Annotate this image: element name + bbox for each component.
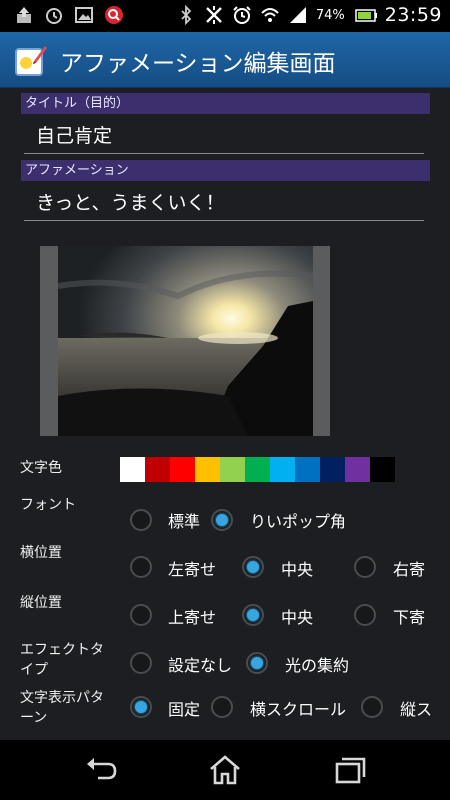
background-image-preview[interactable] [40,246,330,436]
h-position-left-radio[interactable] [130,556,152,578]
editor-content: タイトル（目的） 自己肯定 アファメーション きっと、うまくいく！ 文字色 フォ… [0,88,450,740]
display-pattern-label-line1: 文字表示パタ [20,690,104,706]
h-position-center-radio[interactable] [242,556,264,578]
color-swatch-10[interactable] [370,457,395,482]
v-position-top-radio[interactable] [130,604,152,626]
font-option-standard-radio[interactable] [130,509,152,531]
effect-label-line2: イプ [20,662,48,678]
v-position-top-label: 上寄せ [168,608,217,627]
back-icon[interactable] [84,754,118,786]
color-swatch-5[interactable] [245,457,270,482]
alarm-clock-icon [233,6,251,24]
action-bar: アファメーション編集画面 [0,32,450,88]
upload-icon [17,7,31,23]
display-fixed-radio[interactable] [130,696,152,718]
h-position-left-label: 左寄せ [168,560,217,579]
v-position-center-label: 中央 [281,608,314,627]
wifi-icon [261,8,279,22]
color-palette [120,457,395,482]
sync-off-icon [205,6,222,24]
v-position-bottom-radio[interactable] [354,604,376,626]
display-pattern-label-line2: ーン [20,710,48,726]
affirmation-field[interactable]: きっと、うまくいく！ [24,181,424,221]
display-hscroll-label: 横スクロール [250,700,347,719]
color-swatch-4[interactable] [220,457,245,482]
font-label: フォント [20,497,76,513]
page-title: アファメーション編集画面 [60,51,336,77]
effect-light-radio[interactable] [246,652,268,674]
font-option-riipop-label: りいポップ角 [250,512,347,531]
color-swatch-6[interactable] [270,457,295,482]
color-swatch-8[interactable] [320,457,345,482]
alarm-icon [46,8,62,24]
font-option-standard-label: 標準 [168,512,201,531]
color-swatch-3[interactable] [195,457,220,482]
title-section-header: タイトル（目的） [21,93,430,114]
title-field[interactable]: 自己肯定 [24,114,424,154]
title-field-value: 自己肯定 [36,125,113,147]
color-swatch-1[interactable] [145,457,170,482]
v-position-bottom-label: 下寄 [393,608,426,627]
text-color-label: 文字色 [20,460,62,476]
recent-apps-icon[interactable] [333,754,367,786]
bluetooth-icon [181,5,192,25]
affirmation-field-value: きっと、うまくいく！ [36,192,225,214]
h-position-label: 横位置 [20,545,62,561]
v-position-center-radio[interactable] [242,604,264,626]
battery-icon [354,9,377,22]
effect-none-radio[interactable] [130,652,152,674]
effect-light-label: 光の集約 [285,656,350,675]
status-bar: 74% 23:59 [0,0,450,32]
display-vscroll-label: 縦ス [400,700,433,719]
display-fixed-label: 固定 [168,700,201,719]
font-option-riipop-radio[interactable] [211,509,233,531]
color-swatch-0[interactable] [120,457,145,482]
signal-icon [289,7,306,23]
v-position-label: 縦位置 [20,595,62,611]
effect-label-line1: エフェクトタ [20,642,104,658]
color-swatch-7[interactable] [295,457,320,482]
image-icon [75,7,93,23]
home-icon[interactable] [208,754,242,786]
color-swatch-2[interactable] [170,457,195,482]
affirmation-section-header: アファメーション [21,160,430,181]
sunset-photo [58,246,313,436]
battery-percent: 74% [315,7,345,23]
clock: 23:59 [384,4,442,26]
h-position-center-label: 中央 [281,560,314,579]
search-icon [105,6,123,24]
h-position-right-label: 右寄 [393,560,426,579]
app-logo-icon[interactable] [14,43,48,77]
display-hscroll-radio[interactable] [211,696,233,718]
navigation-bar [0,740,450,800]
h-position-right-radio[interactable] [354,556,376,578]
display-vscroll-radio[interactable] [361,696,383,718]
color-swatch-9[interactable] [345,457,370,482]
effect-none-label: 設定なし [168,656,233,675]
